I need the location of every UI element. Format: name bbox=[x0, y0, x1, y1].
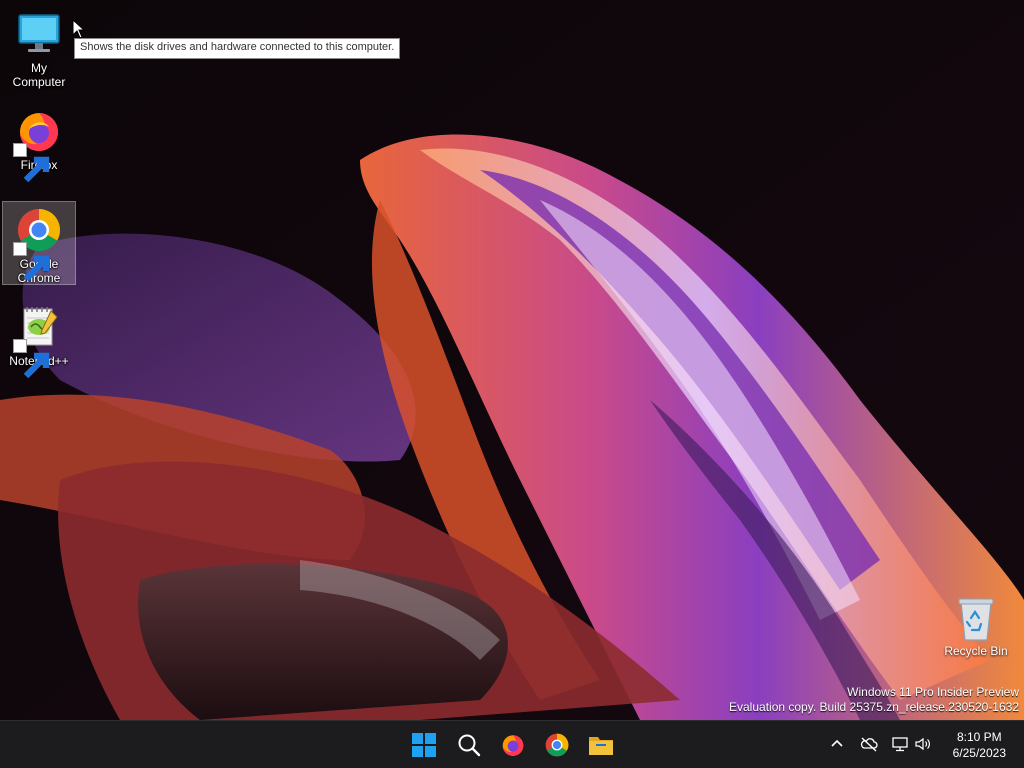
watermark-line-2: Evaluation copy. Build 25375.zn_release.… bbox=[729, 700, 1019, 714]
taskbar: 8:10 PM 6/25/2023 bbox=[0, 720, 1024, 768]
monitor-icon bbox=[18, 14, 60, 52]
desktop-icon-label: Recycle Bin bbox=[944, 644, 1008, 658]
shortcut-arrow-icon bbox=[13, 242, 50, 282]
desktop-icon-google-chrome[interactable]: Google Chrome bbox=[2, 201, 76, 285]
desktop-icon-recycle-bin[interactable]: Recycle Bin bbox=[940, 596, 1012, 658]
network-tray-button[interactable] bbox=[890, 734, 910, 754]
tooltip: Shows the disk drives and hardware conne… bbox=[74, 38, 401, 59]
desktop-icon-firefox[interactable]: Firefox bbox=[2, 102, 76, 183]
start-button[interactable] bbox=[410, 731, 438, 759]
network-icon bbox=[892, 737, 908, 752]
taskbar-firefox-button[interactable] bbox=[499, 731, 527, 759]
search-icon bbox=[458, 734, 481, 757]
desktop-icon-my-computer[interactable]: My Computer bbox=[2, 5, 76, 90]
taskbar-clock[interactable]: 8:10 PM 6/25/2023 bbox=[953, 729, 1006, 761]
chrome-icon bbox=[545, 733, 569, 757]
clock-date: 6/25/2023 bbox=[952, 746, 1006, 760]
taskbar-chrome-button[interactable] bbox=[543, 731, 571, 759]
taskbar-file-explorer-button[interactable] bbox=[587, 731, 615, 759]
show-hidden-icons-button[interactable] bbox=[827, 734, 847, 754]
desktop-wallpaper bbox=[0, 0, 1024, 720]
desktop-icon-label: My Computer bbox=[12, 61, 66, 89]
desktop-icon-notepadpp[interactable]: Notepad++ bbox=[2, 298, 76, 379]
evaluation-watermark: Windows 11 Pro Insider Preview Evaluatio… bbox=[729, 685, 1019, 715]
watermark-line-1: Windows 11 Pro Insider Preview bbox=[847, 685, 1019, 699]
onedrive-offline-icon bbox=[860, 737, 878, 752]
volume-icon bbox=[915, 737, 930, 751]
firefox-icon bbox=[502, 735, 524, 756]
mouse-cursor-icon bbox=[72, 19, 86, 39]
clock-time: 8:10 PM bbox=[956, 730, 1002, 744]
shortcut-arrow-icon bbox=[13, 339, 50, 379]
onedrive-tray-button[interactable] bbox=[859, 734, 879, 754]
recycle-bin-icon bbox=[958, 598, 994, 641]
windows-start-icon bbox=[412, 733, 436, 757]
shortcut-arrow-icon bbox=[13, 143, 50, 183]
volume-tray-button[interactable] bbox=[913, 734, 933, 754]
chevron-up-icon bbox=[831, 739, 843, 747]
search-button[interactable] bbox=[455, 731, 483, 759]
folder-icon bbox=[589, 737, 613, 755]
